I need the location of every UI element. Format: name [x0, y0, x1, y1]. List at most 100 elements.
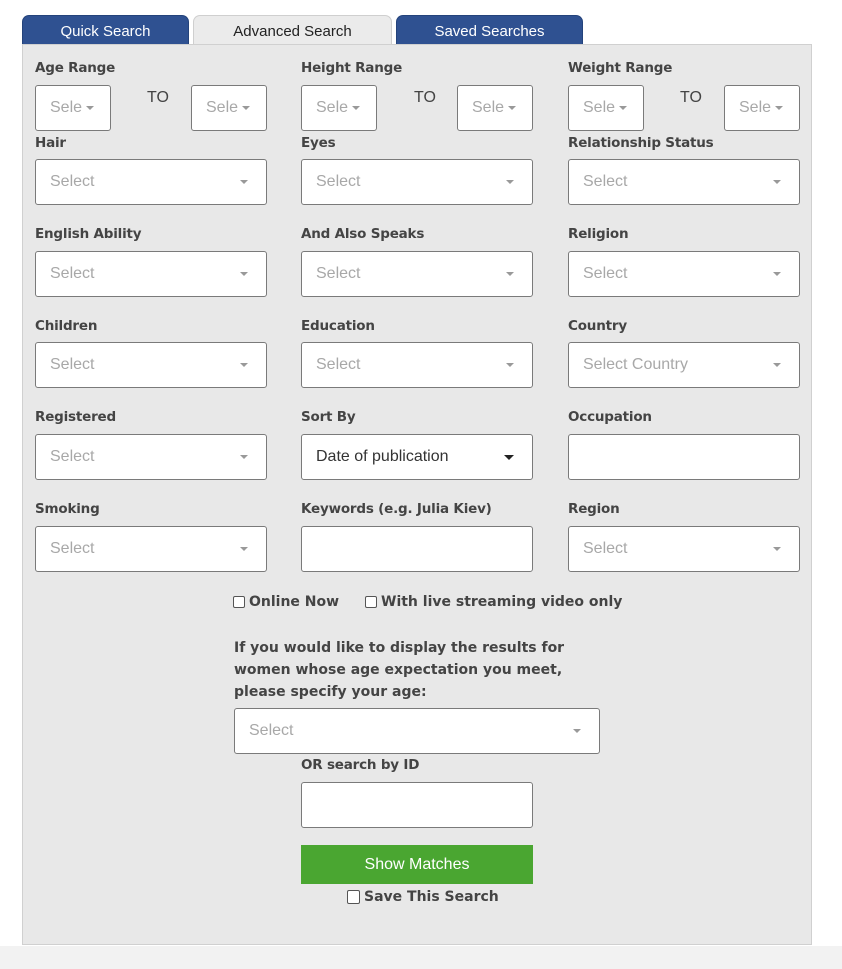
- smoking-select[interactable]: Select: [35, 526, 267, 572]
- age-from-value: Sele: [50, 99, 83, 116]
- live-video-label: With live streaming video only: [381, 594, 623, 610]
- checkbox-icon[interactable]: [233, 596, 245, 608]
- chevron-down-icon: [508, 106, 516, 110]
- weight-to-value: Sele: [739, 99, 772, 116]
- children-label: Children: [35, 318, 98, 334]
- children-select[interactable]: Select: [35, 342, 267, 388]
- save-search-label: Save This Search: [364, 889, 499, 905]
- weight-from-select[interactable]: Sele: [568, 85, 644, 131]
- chevron-down-icon: [240, 180, 248, 184]
- education-select[interactable]: Select: [301, 342, 533, 388]
- also-speaks-label: And Also Speaks: [301, 226, 425, 242]
- weight-range-label: Weight Range: [568, 60, 673, 76]
- height-to-label: TO: [414, 89, 436, 106]
- eyes-label: Eyes: [301, 135, 336, 151]
- chevron-down-icon: [773, 363, 781, 367]
- chevron-down-icon: [240, 363, 248, 367]
- smoking-value: Select: [50, 540, 95, 557]
- weight-to-select[interactable]: Sele: [724, 85, 800, 131]
- eyes-value: Select: [316, 173, 361, 190]
- height-to-select[interactable]: Sele: [457, 85, 533, 131]
- country-value: Select Country: [583, 356, 688, 373]
- search-by-id-input[interactable]: [301, 782, 533, 828]
- checkbox-icon[interactable]: [347, 890, 360, 904]
- education-label: Education: [301, 318, 375, 334]
- age-range-label: Age Range: [35, 60, 116, 76]
- your-age-select[interactable]: Select: [234, 708, 600, 754]
- age-to-value: Sele: [206, 99, 239, 116]
- country-label: Country: [568, 318, 627, 334]
- age-from-select[interactable]: Sele: [35, 85, 111, 131]
- age-expectation-note: If you would like to display the results…: [234, 640, 565, 700]
- children-value: Select: [50, 356, 95, 373]
- chevron-down-icon: [775, 106, 783, 110]
- height-from-select[interactable]: Sele: [301, 85, 377, 131]
- occupation-input[interactable]: [568, 434, 800, 480]
- tab-advanced-search[interactable]: Advanced Search: [193, 15, 392, 45]
- chevron-down-icon: [242, 106, 250, 110]
- religion-value: Select: [583, 265, 628, 282]
- english-ability-label: English Ability: [35, 226, 142, 242]
- chevron-down-icon: [773, 272, 781, 276]
- religion-label: Religion: [568, 226, 629, 242]
- height-range-label: Height Range: [301, 60, 403, 76]
- chevron-down-icon: [506, 363, 514, 367]
- also-speaks-select[interactable]: Select: [301, 251, 533, 297]
- sort-by-select[interactable]: Date of publication: [301, 434, 533, 480]
- show-matches-button[interactable]: Show Matches: [301, 845, 533, 884]
- education-value: Select: [316, 356, 361, 373]
- page-footer-band: [0, 946, 842, 969]
- hair-select[interactable]: Select: [35, 159, 267, 205]
- hair-label: Hair: [35, 135, 66, 151]
- sort-by-label: Sort By: [301, 409, 356, 425]
- smoking-label: Smoking: [35, 501, 100, 517]
- country-select[interactable]: Select Country: [568, 342, 800, 388]
- registered-value: Select: [50, 448, 95, 465]
- chevron-down-icon: [506, 180, 514, 184]
- search-by-id-label: OR search by ID: [301, 757, 420, 773]
- english-ability-select[interactable]: Select: [35, 251, 267, 297]
- relationship-status-label: Relationship Status: [568, 135, 714, 151]
- age-to-select[interactable]: Sele: [191, 85, 267, 131]
- online-now-label: Online Now: [249, 594, 340, 610]
- religion-select[interactable]: Select: [568, 251, 800, 297]
- height-from-value: Sele: [316, 99, 349, 116]
- chevron-down-icon: [352, 106, 360, 110]
- chevron-down-icon: [506, 272, 514, 276]
- age-to-label: TO: [147, 89, 169, 106]
- chevron-down-icon: [504, 455, 514, 460]
- relationship-status-select[interactable]: Select: [568, 159, 800, 205]
- chevron-down-icon: [773, 547, 781, 551]
- chevron-down-icon: [619, 106, 627, 110]
- region-value: Select: [583, 540, 628, 557]
- keywords-label: Keywords (e.g. Julia Kiev): [301, 501, 492, 517]
- save-search-checkbox[interactable]: Save This Search: [347, 889, 499, 905]
- hair-value: Select: [50, 173, 95, 190]
- checkbox-icon[interactable]: [365, 596, 377, 608]
- relationship-status-value: Select: [583, 173, 628, 190]
- chevron-down-icon: [240, 455, 248, 459]
- chevron-down-icon: [240, 547, 248, 551]
- weight-to-label: TO: [680, 89, 702, 106]
- sort-by-value: Date of publication: [316, 448, 449, 465]
- height-to-value: Sele: [472, 99, 505, 116]
- weight-from-value: Sele: [583, 99, 616, 116]
- also-speaks-value: Select: [316, 265, 361, 282]
- chevron-down-icon: [240, 272, 248, 276]
- tab-saved-searches[interactable]: Saved Searches: [396, 15, 583, 44]
- english-ability-value: Select: [50, 265, 95, 282]
- chevron-down-icon: [573, 729, 581, 733]
- occupation-label: Occupation: [568, 409, 652, 425]
- online-now-checkbox[interactable]: Online Now: [233, 594, 339, 610]
- region-select[interactable]: Select: [568, 526, 800, 572]
- chevron-down-icon: [86, 106, 94, 110]
- live-video-checkbox[interactable]: With live streaming video only: [365, 594, 622, 610]
- keywords-input[interactable]: [301, 526, 533, 572]
- eyes-select[interactable]: Select: [301, 159, 533, 205]
- tab-quick-search[interactable]: Quick Search: [22, 15, 189, 44]
- registered-label: Registered: [35, 409, 116, 425]
- chevron-down-icon: [773, 180, 781, 184]
- registered-select[interactable]: Select: [35, 434, 267, 480]
- your-age-value: Select: [249, 722, 294, 739]
- region-label: Region: [568, 501, 620, 517]
